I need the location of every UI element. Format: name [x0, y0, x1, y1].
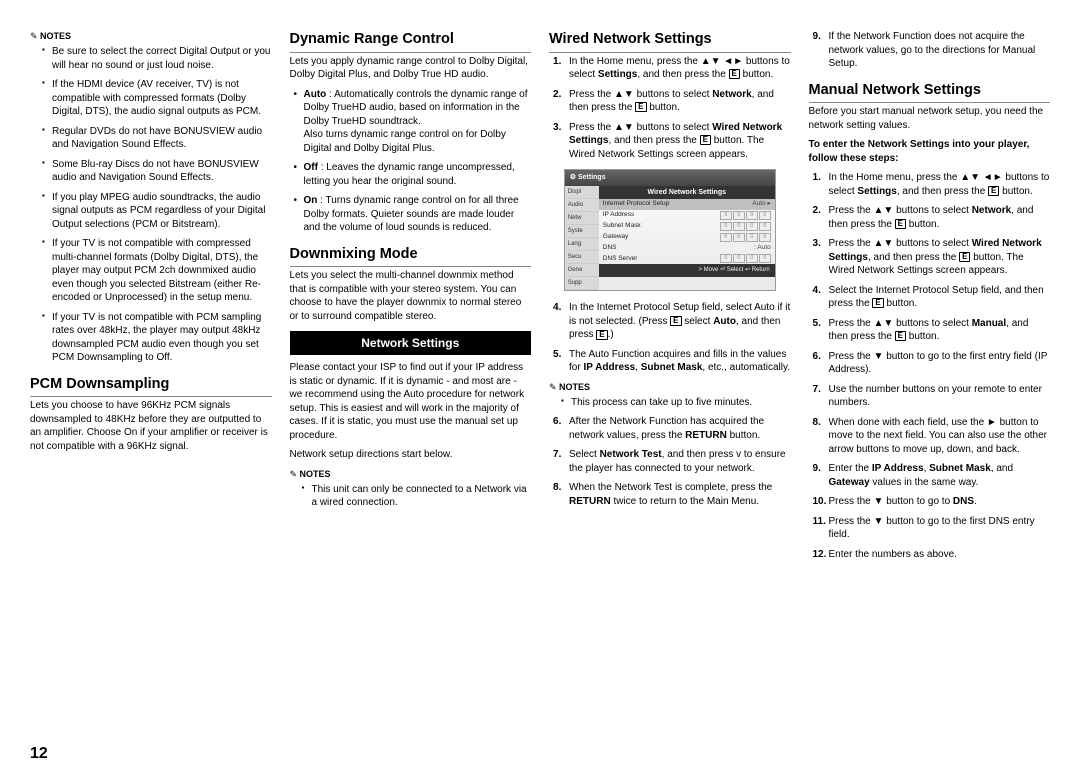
step-item: Press the ▲▼ buttons to select Manual, a…: [813, 317, 1051, 344]
enter-icon: E: [895, 219, 906, 229]
wired-steps-c: After the Network Function has acquired …: [549, 415, 791, 508]
osd-screenshot: Settings DisplAudioNetwSysteLangSecuGene…: [564, 169, 776, 291]
note-item: If your TV is not compatible with PCM sa…: [42, 311, 272, 365]
heading-downmixing: Downmixing Mode: [290, 245, 532, 268]
step-item: Press the ▲▼ buttons to select Network, …: [813, 204, 1051, 231]
notes-heading: Notes: [290, 468, 532, 480]
note-item: Be sure to select the correct Digital Ou…: [42, 45, 272, 72]
page-number: 12: [30, 745, 48, 763]
step-item: Use the number buttons on your remote to…: [813, 383, 1051, 410]
drc-list: AutoAuto : Automatically controls the dy…: [290, 88, 532, 235]
enter-icon: E: [729, 69, 740, 79]
notes-list-1: Be sure to select the correct Digital Ou…: [30, 45, 272, 365]
step-item: In the Home menu, press the ▲▼ ◄► button…: [813, 171, 1051, 198]
wired-steps-d: If the Network Function does not acquire…: [809, 30, 1051, 71]
enter-icon: E: [596, 330, 607, 340]
note-item: This process can take up to five minutes…: [561, 396, 791, 410]
notes-heading: Notes: [549, 381, 791, 393]
drc-item: Off : Leaves the dynamic range uncompres…: [294, 161, 532, 188]
enter-icon: E: [959, 252, 970, 262]
mns-bold-intro: To enter the Network Settings into your …: [809, 138, 1051, 165]
step-item: Enter the IP Address, Subnet Mask, and G…: [813, 462, 1051, 489]
step-item: The Auto Function acquires and fills in …: [553, 348, 791, 375]
heading-manual-network: Manual Network Settings: [809, 81, 1051, 104]
osd-footer: > Move ⏎ Select ↩ Return: [599, 264, 775, 276]
notes-list-3: This process can take up to five minutes…: [549, 396, 791, 410]
enter-icon: E: [895, 331, 906, 341]
step-item: Press the ▲▼ buttons to select Wired Net…: [813, 237, 1051, 278]
note-item: This unit can only be connected to a Net…: [302, 483, 532, 510]
notes-list-2: This unit can only be connected to a Net…: [290, 483, 532, 510]
step-item: Press the ▼ button to go to the first en…: [813, 350, 1051, 377]
wired-steps-a: In the Home menu, press the ▲▼ ◄► button…: [549, 55, 791, 162]
step-item: Press the ▲▼ buttons to select Wired Net…: [553, 121, 791, 162]
step-item: Enter the numbers as above.: [813, 548, 1051, 562]
step-item: Press the ▲▼ buttons to select Network, …: [553, 88, 791, 115]
manual-steps: In the Home menu, press the ▲▼ ◄► button…: [809, 171, 1051, 561]
mns-intro: Before you start manual network setup, y…: [809, 105, 1051, 132]
step-item: When done with each field, use the ► but…: [813, 416, 1051, 457]
step-item: After the Network Function has acquired …: [553, 415, 791, 442]
step-item: In the Internet Protocol Setup field, se…: [553, 301, 791, 342]
pcm-body: Lets you choose to have 96KHz PCM signal…: [30, 399, 272, 453]
enter-icon: E: [700, 135, 711, 145]
step-item: Select Network Test, and then press v to…: [553, 448, 791, 475]
note-item: If your TV is not compatible with compre…: [42, 237, 272, 305]
heading-pcm-downsampling: PCM Downsampling: [30, 375, 272, 398]
osd-panel-title: Wired Network Settings: [599, 186, 775, 199]
step-item: If the Network Function does not acquire…: [813, 30, 1051, 71]
note-item: If you play MPEG audio soundtracks, the …: [42, 191, 272, 232]
step-item: When the Network Test is complete, press…: [553, 481, 791, 508]
note-item: Some Blu-ray Discs do not have BONUSVIEW…: [42, 158, 272, 185]
wired-steps-b: In the Internet Protocol Setup field, se…: [549, 301, 791, 375]
drc-body: Lets you apply dynamic range control to …: [290, 55, 532, 82]
heading-wired-network: Wired Network Settings: [549, 30, 791, 53]
drc-item: AutoAuto : Automatically controls the dy…: [294, 88, 532, 156]
note-item: If the HDMI device (AV receiver, TV) is …: [42, 78, 272, 119]
heading-drc: Dynamic Range Control: [290, 30, 532, 53]
notes-heading: Notes: [30, 30, 272, 42]
section-bar-network-settings: Network Settings: [290, 331, 532, 355]
osd-title-bar: Settings: [565, 170, 775, 185]
enter-icon: E: [988, 186, 999, 196]
osd-sidebar: DisplAudioNetwSysteLangSecuGeneSupp: [565, 186, 599, 291]
enter-icon: E: [635, 102, 646, 112]
step-item: In the Home menu, press the ▲▼ ◄► button…: [553, 55, 791, 82]
step-item: Press the ▼ button to go to DNS.: [813, 495, 1051, 509]
note-item: Regular DVDs do not have BONUSVIEW audio…: [42, 125, 272, 152]
step-item: Press the ▼ button to go to the first DN…: [813, 515, 1051, 542]
step-item: Select the Internet Protocol Setup field…: [813, 284, 1051, 311]
ns-body2: Network setup directions start below.: [290, 448, 532, 462]
ns-body1: Please contact your ISP to find out if y…: [290, 361, 532, 442]
enter-icon: E: [872, 298, 883, 308]
enter-icon: E: [670, 316, 681, 326]
drc-item: On : Turns dynamic range control on for …: [294, 194, 532, 235]
dm-body: Lets you select the multi-channel downmi…: [290, 269, 532, 323]
